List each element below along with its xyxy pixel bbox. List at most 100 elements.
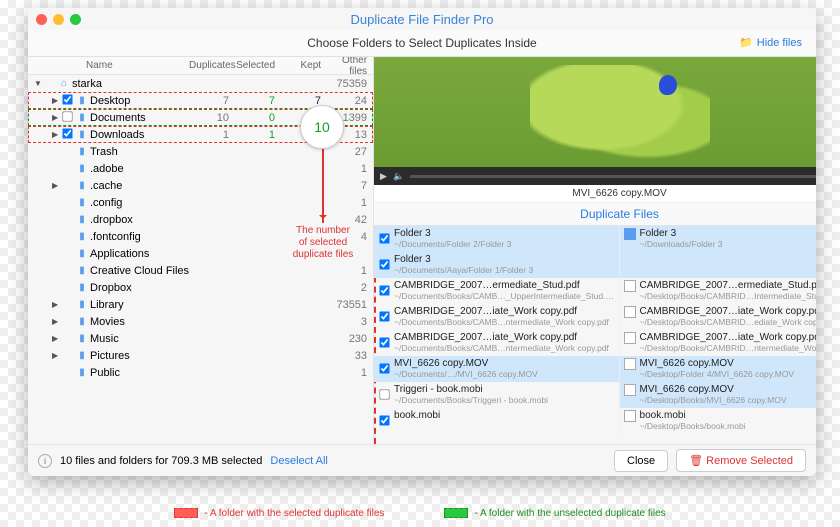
disclosure-arrow-icon[interactable]: ▶ xyxy=(52,181,60,190)
duplicate-path: ~/Documents/Aaya/Folder 1/Folder 3 xyxy=(394,265,614,275)
duplicate-item[interactable]: CAMBRIDGE_2007…iate_Work copy.pdf~/Deskt… xyxy=(620,330,816,356)
duplicate-name: MVI_6626 copy.MOV xyxy=(394,358,614,369)
folder-icon: ▮ xyxy=(74,265,90,276)
window-title: Duplicate File Finder Pro xyxy=(28,12,816,27)
duplicate-item[interactable]: Folder 3~/Documents/Aaya/Folder 1/Folder… xyxy=(374,252,618,278)
selected-count-badge: 10 xyxy=(300,105,344,149)
folder-icon: ▮ xyxy=(74,197,90,208)
disclosure-arrow-icon[interactable]: ▶ xyxy=(52,113,60,122)
duplicate-path: ~/Documents/Folder 2/Folder 3 xyxy=(394,239,614,249)
row-checkbox[interactable] xyxy=(60,110,74,126)
deselect-all-link[interactable]: Deselect All xyxy=(270,455,327,467)
col-kept[interactable]: Kept xyxy=(281,60,327,71)
duplicate-item[interactable]: CAMBRIDGE_2007…ermediate_Stud.pdf~/Deskt… xyxy=(620,278,816,304)
duplicate-checkbox[interactable] xyxy=(379,233,389,243)
tree-row[interactable]: ▶▮Library73551 xyxy=(28,296,373,313)
duplicate-item[interactable]: MVI_6626 copy.MOV~/Desktop/Books/MVI_662… xyxy=(620,382,816,408)
row-label: Desktop xyxy=(90,95,189,107)
play-icon[interactable]: ▶ xyxy=(380,171,387,182)
duplicate-item[interactable]: Folder 3~/Downloads/Folder 3 xyxy=(620,226,816,252)
folder-icon: 📁 xyxy=(739,36,753,49)
duplicate-item[interactable]: book.mobi xyxy=(374,408,618,434)
folder-icon xyxy=(624,228,636,240)
duplicate-item[interactable]: CAMBRIDGE_2007…iate_Work copy.pdf~/Deskt… xyxy=(620,304,816,330)
duplicate-item[interactable]: book.mobi~/Desktop/Books/book.mobi xyxy=(620,408,816,434)
duplicate-name: Folder 3 xyxy=(394,254,614,265)
duplicate-path: ~/Desktop/Books/CAMBRID…ediate_Work copy… xyxy=(640,317,816,327)
disclosure-arrow-icon[interactable]: ▶ xyxy=(52,130,60,139)
row-checkbox[interactable] xyxy=(60,93,74,109)
row-label: Downloads xyxy=(90,129,189,141)
duplicate-path: ~/Documents/Books/Triggeri - book.mobi xyxy=(394,395,614,405)
folder-icon: ▮ xyxy=(74,112,90,123)
row-checkbox[interactable] xyxy=(60,127,74,143)
progress-bar[interactable] xyxy=(410,175,816,178)
details-panel: ▶ 🔈 00:00:00 MVI_6626 copy.MOV Duplicate… xyxy=(374,57,816,444)
disclosure-arrow-icon[interactable]: ▶ xyxy=(52,351,60,360)
duplicate-path: ~/Documents/…/MVI_6626 copy.MOV xyxy=(394,369,614,379)
duplicate-checkbox[interactable] xyxy=(379,337,389,347)
tree-row[interactable]: ▶▮Pictures33 xyxy=(28,347,373,364)
playback-bar[interactable]: ▶ 🔈 00:00:00 xyxy=(374,167,816,185)
duplicate-checkbox[interactable] xyxy=(379,363,389,373)
duplicate-checkbox[interactable] xyxy=(379,285,389,295)
row-label: Movies xyxy=(90,316,189,328)
disclosure-arrow-icon[interactable]: ▶ xyxy=(52,334,60,343)
duplicate-checkbox[interactable] xyxy=(379,259,389,269)
duplicate-checkbox[interactable] xyxy=(379,311,389,321)
info-icon[interactable]: i xyxy=(38,454,52,468)
disclosure-arrow-icon[interactable]: ▶ xyxy=(52,300,60,309)
row-other: 2 xyxy=(327,282,373,294)
tree-row[interactable]: ▶▮Music230 xyxy=(28,330,373,347)
duplicate-item[interactable]: CAMBRIDGE_2007…iate_Work copy.pdf~/Docum… xyxy=(374,330,618,356)
col-name[interactable]: Name xyxy=(28,60,189,71)
disclosure-arrow-icon[interactable]: ▼ xyxy=(34,79,42,88)
tree-row[interactable]: ▮Public1 xyxy=(28,364,373,381)
tree-row[interactable]: ▮Creative Cloud Files1 xyxy=(28,262,373,279)
preview-area[interactable] xyxy=(374,57,816,167)
duplicate-item[interactable]: Triggeri - book.mobi~/Documents/Books/Tr… xyxy=(374,382,618,408)
hide-files-link[interactable]: 📁 Hide files xyxy=(739,36,802,49)
duplicate-item[interactable]: Folder 3~/Documents/Folder 2/Folder 3 xyxy=(374,226,618,252)
sound-icon[interactable]: 🔈 xyxy=(393,171,404,182)
col-other[interactable]: Other files xyxy=(327,55,373,77)
duplicate-checkbox[interactable] xyxy=(379,415,389,425)
row-label: .dropbox xyxy=(90,214,189,226)
duplicate-name: CAMBRIDGE_2007…iate_Work copy.pdf xyxy=(394,306,614,317)
row-selected: 0 xyxy=(235,112,281,124)
tree-row[interactable]: ▼⌂starka75359 xyxy=(28,75,373,92)
tree-header: Name Duplicates Selected Kept Other file… xyxy=(28,57,373,75)
duplicate-name: book.mobi xyxy=(640,410,816,421)
col-duplicates[interactable]: Duplicates xyxy=(189,60,235,71)
row-other: 42 xyxy=(327,214,373,226)
tree-row[interactable]: ▮Dropbox2 xyxy=(28,279,373,296)
folder-icon: ▮ xyxy=(74,163,90,174)
duplicate-files-list[interactable]: Folder 3~/Documents/Folder 2/Folder 3Fol… xyxy=(374,226,816,444)
duplicate-item[interactable]: MVI_6626 copy.MOV~/Documents/…/MVI_6626 … xyxy=(374,356,618,382)
duplicate-checkbox[interactable] xyxy=(379,389,389,399)
row-other: 1 xyxy=(327,197,373,209)
home-icon: ⌂ xyxy=(56,78,72,89)
row-other: 230 xyxy=(327,333,373,345)
duplicate-item[interactable] xyxy=(620,252,816,278)
row-label: Applications xyxy=(90,248,189,260)
instruction-text: Choose Folders to Select Duplicates Insi… xyxy=(307,36,536,50)
row-other: 7 xyxy=(327,180,373,192)
row-label: Trash xyxy=(90,146,189,158)
close-button[interactable]: Close xyxy=(614,450,668,472)
duplicate-path: ~/Downloads/Folder 3 xyxy=(640,239,816,249)
col-selected[interactable]: Selected xyxy=(235,60,281,71)
duplicate-item[interactable]: CAMBRIDGE_2007…ermediate_Stud.pdf~/Docum… xyxy=(374,278,618,304)
disclosure-arrow-icon[interactable]: ▶ xyxy=(52,317,60,326)
folder-icon: ▮ xyxy=(74,129,90,140)
tree-row[interactable]: ▶▮Movies3 xyxy=(28,313,373,330)
folder-icon: ▮ xyxy=(74,248,90,259)
remove-selected-button[interactable]: 🗑 Remove Selected xyxy=(676,449,806,472)
disclosure-arrow-icon[interactable]: ▶ xyxy=(52,96,60,105)
row-duplicates: 1 xyxy=(189,129,235,141)
duplicate-item[interactable]: CAMBRIDGE_2007…iate_Work copy.pdf~/Docum… xyxy=(374,304,618,330)
folder-tree[interactable]: 10 The numberof selectedduplicate files … xyxy=(28,75,373,444)
file-icon xyxy=(624,410,636,422)
duplicate-path: ~/Documents/Books/CAMB…ntermediate_Work … xyxy=(394,317,614,327)
duplicate-item[interactable]: MVI_6626 copy.MOV~/Desktop/Folder 4/MVI_… xyxy=(620,356,816,382)
